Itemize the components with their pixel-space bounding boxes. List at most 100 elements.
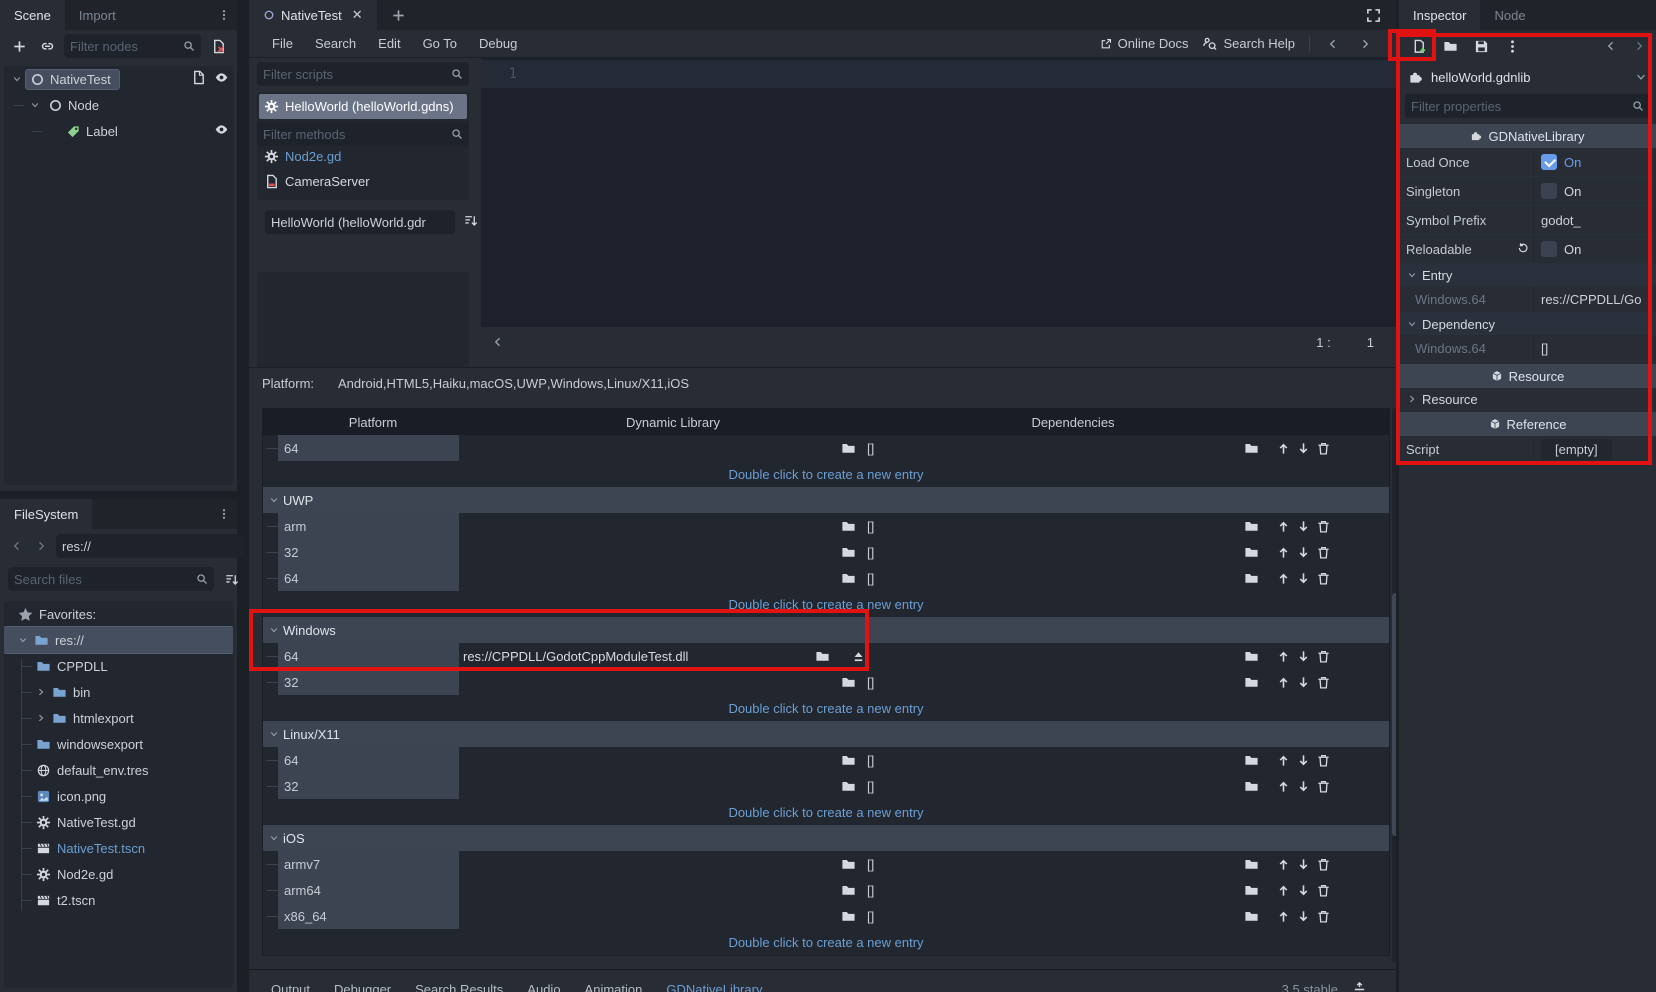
move-down-button[interactable] <box>1293 437 1313 459</box>
create-new-entry-link[interactable]: Double click to create a new entry <box>263 461 1389 487</box>
move-down-button[interactable] <box>1293 541 1313 563</box>
move-down-button[interactable] <box>1293 905 1313 927</box>
delete-entry-button[interactable] <box>1313 567 1333 589</box>
checkbox[interactable] <box>1541 183 1557 199</box>
filter-nodes-input[interactable] <box>64 38 183 54</box>
move-up-button[interactable] <box>1273 775 1293 797</box>
delete-entry-button[interactable] <box>1313 515 1333 537</box>
entry-row-arm[interactable]: arm [] <box>263 513 1389 539</box>
new-scene-tab-button[interactable] <box>377 0 420 30</box>
resource-selector[interactable]: helloWorld.gdnlib <box>1399 62 1656 92</box>
create-new-entry-link[interactable]: Double click to create a new entry <box>263 929 1389 955</box>
table-scrollbar[interactable] <box>1392 408 1396 963</box>
inspector-history-back-button[interactable] <box>1603 35 1619 57</box>
tab-filesystem[interactable]: FileSystem <box>0 499 93 529</box>
scene-tree-row-node[interactable]: Node <box>4 92 233 118</box>
filter-scripts-input[interactable] <box>257 66 451 82</box>
bottom-tab-search-results[interactable]: Search Results <box>405 982 513 992</box>
visibility-toggle[interactable] <box>214 70 229 88</box>
move-up-button[interactable] <box>1273 671 1293 693</box>
section-resource[interactable]: Resource <box>1399 388 1656 410</box>
entry-row-32[interactable]: 32 [] <box>263 669 1389 695</box>
platform-windows[interactable]: Windows <box>551 376 604 391</box>
menu-search[interactable]: Search <box>304 36 367 51</box>
create-new-entry-link[interactable]: Double click to create a new entry <box>263 799 1389 825</box>
fs-row-bin[interactable]: bin <box>4 679 233 705</box>
section-dependency[interactable]: Dependency <box>1399 313 1656 335</box>
browse-dependency-button[interactable] <box>1241 749 1261 771</box>
move-down-button[interactable] <box>1293 671 1313 693</box>
move-up-button[interactable] <box>1273 905 1293 927</box>
menu-debug[interactable]: Debug <box>468 36 528 51</box>
browse-dependency-button[interactable] <box>1241 853 1261 875</box>
search-help-button[interactable]: Search Help <box>1202 36 1295 51</box>
checkbox[interactable] <box>1541 154 1557 170</box>
browse-library-button[interactable] <box>837 879 859 901</box>
script-item-cameraserver[interactable]: CameraServer <box>259 169 467 194</box>
fs-row-nod2e-gd[interactable]: Nod2e.gd <box>4 861 233 887</box>
move-up-button[interactable] <box>1273 515 1293 537</box>
delete-entry-button[interactable] <box>1313 905 1333 927</box>
fs-row-nativetest-tscn[interactable]: NativeTest.tscn <box>4 835 233 861</box>
browse-library-button[interactable] <box>811 645 833 667</box>
move-down-button[interactable] <box>1293 853 1313 875</box>
entry-row-x86_64[interactable]: x86_64 [] <box>263 903 1389 929</box>
platform-linux-x11[interactable]: Linux/X11 <box>607 376 664 391</box>
fs-sort-button[interactable] <box>220 568 242 590</box>
move-up-button[interactable] <box>1273 749 1293 771</box>
scene-tree-row-label[interactable]: Label <box>4 118 233 144</box>
tab-import[interactable]: Import <box>65 0 130 30</box>
scene-tree-row-nativetest[interactable]: NativeTest <box>4 66 233 92</box>
method-sort-button[interactable] <box>459 209 481 231</box>
browse-library-button[interactable] <box>837 567 859 589</box>
menu-file[interactable]: File <box>261 36 304 51</box>
delete-entry-button[interactable] <box>1313 645 1333 667</box>
create-new-entry-link[interactable]: Double click to create a new entry <box>263 695 1389 721</box>
delete-entry-button[interactable] <box>1313 879 1333 901</box>
browse-dependency-button[interactable] <box>1241 541 1261 563</box>
platform-android[interactable]: Android <box>338 376 383 391</box>
instance-scene-button[interactable] <box>36 35 58 57</box>
fs-row-res-[interactable]: res:// <box>4 626 233 654</box>
tab-node[interactable]: Node <box>1480 0 1539 30</box>
bottom-tab-gdnativelibrary[interactable]: GDNativeLibrary <box>656 982 772 992</box>
browse-dependency-button[interactable] <box>1241 515 1261 537</box>
section-entry[interactable]: Entry <box>1399 264 1656 286</box>
bottom-tab-audio[interactable]: Audio <box>517 982 570 992</box>
fs-row-favorites-[interactable]: Favorites: <box>4 601 233 627</box>
platform-haiku[interactable]: Haiku <box>433 376 466 391</box>
script-history-back-button[interactable] <box>1324 33 1342 55</box>
entry-value[interactable]: res://CPPDLL/Go <box>1533 286 1656 312</box>
menu-go-to[interactable]: Go To <box>412 36 468 51</box>
code-text-area[interactable]: 1 <box>481 58 1541 327</box>
entry-row-64[interactable]: 64 [] <box>263 565 1389 591</box>
delete-entry-button[interactable] <box>1313 749 1333 771</box>
move-down-button[interactable] <box>1293 645 1313 667</box>
tab-inspector[interactable]: Inspector <box>1399 0 1481 30</box>
move-down-button[interactable] <box>1293 775 1313 797</box>
menu-edit[interactable]: Edit <box>367 36 411 51</box>
script-item-helloworld-helloworld-gdns-[interactable]: HelloWorld (helloWorld.gdns) <box>259 94 467 119</box>
fs-row-windowsexport[interactable]: windowsexport <box>4 731 233 757</box>
fs-row-nativetest-gd[interactable]: NativeTest.gd <box>4 809 233 835</box>
close-tab-icon[interactable]: ✕ <box>352 7 363 23</box>
distraction-free-button[interactable] <box>1360 0 1386 30</box>
browse-library-button[interactable] <box>837 541 859 563</box>
move-up-button[interactable] <box>1273 879 1293 901</box>
browse-dependency-button[interactable] <box>1241 775 1261 797</box>
scene-tab-nativetest[interactable]: NativeTest ✕ <box>249 0 377 30</box>
script-item-nod2e-gd[interactable]: Nod2e.gd <box>259 144 467 169</box>
browse-library-button[interactable] <box>837 853 859 875</box>
browse-library-button[interactable] <box>837 775 859 797</box>
visibility-toggle[interactable] <box>214 122 229 140</box>
new-resource-button[interactable] <box>1408 35 1430 57</box>
platform-ios[interactable]: iOS <box>667 376 689 391</box>
filter-methods-input[interactable] <box>257 126 451 142</box>
script-name-input[interactable] <box>265 214 455 230</box>
delete-entry-button[interactable] <box>1313 437 1333 459</box>
bottom-tab-output[interactable]: Output <box>261 982 320 992</box>
script-history-forward-button[interactable] <box>1356 33 1374 55</box>
revert-button[interactable] <box>1517 242 1529 257</box>
move-down-button[interactable] <box>1293 567 1313 589</box>
fs-row-default-env-tres[interactable]: default_env.tres <box>4 757 233 783</box>
